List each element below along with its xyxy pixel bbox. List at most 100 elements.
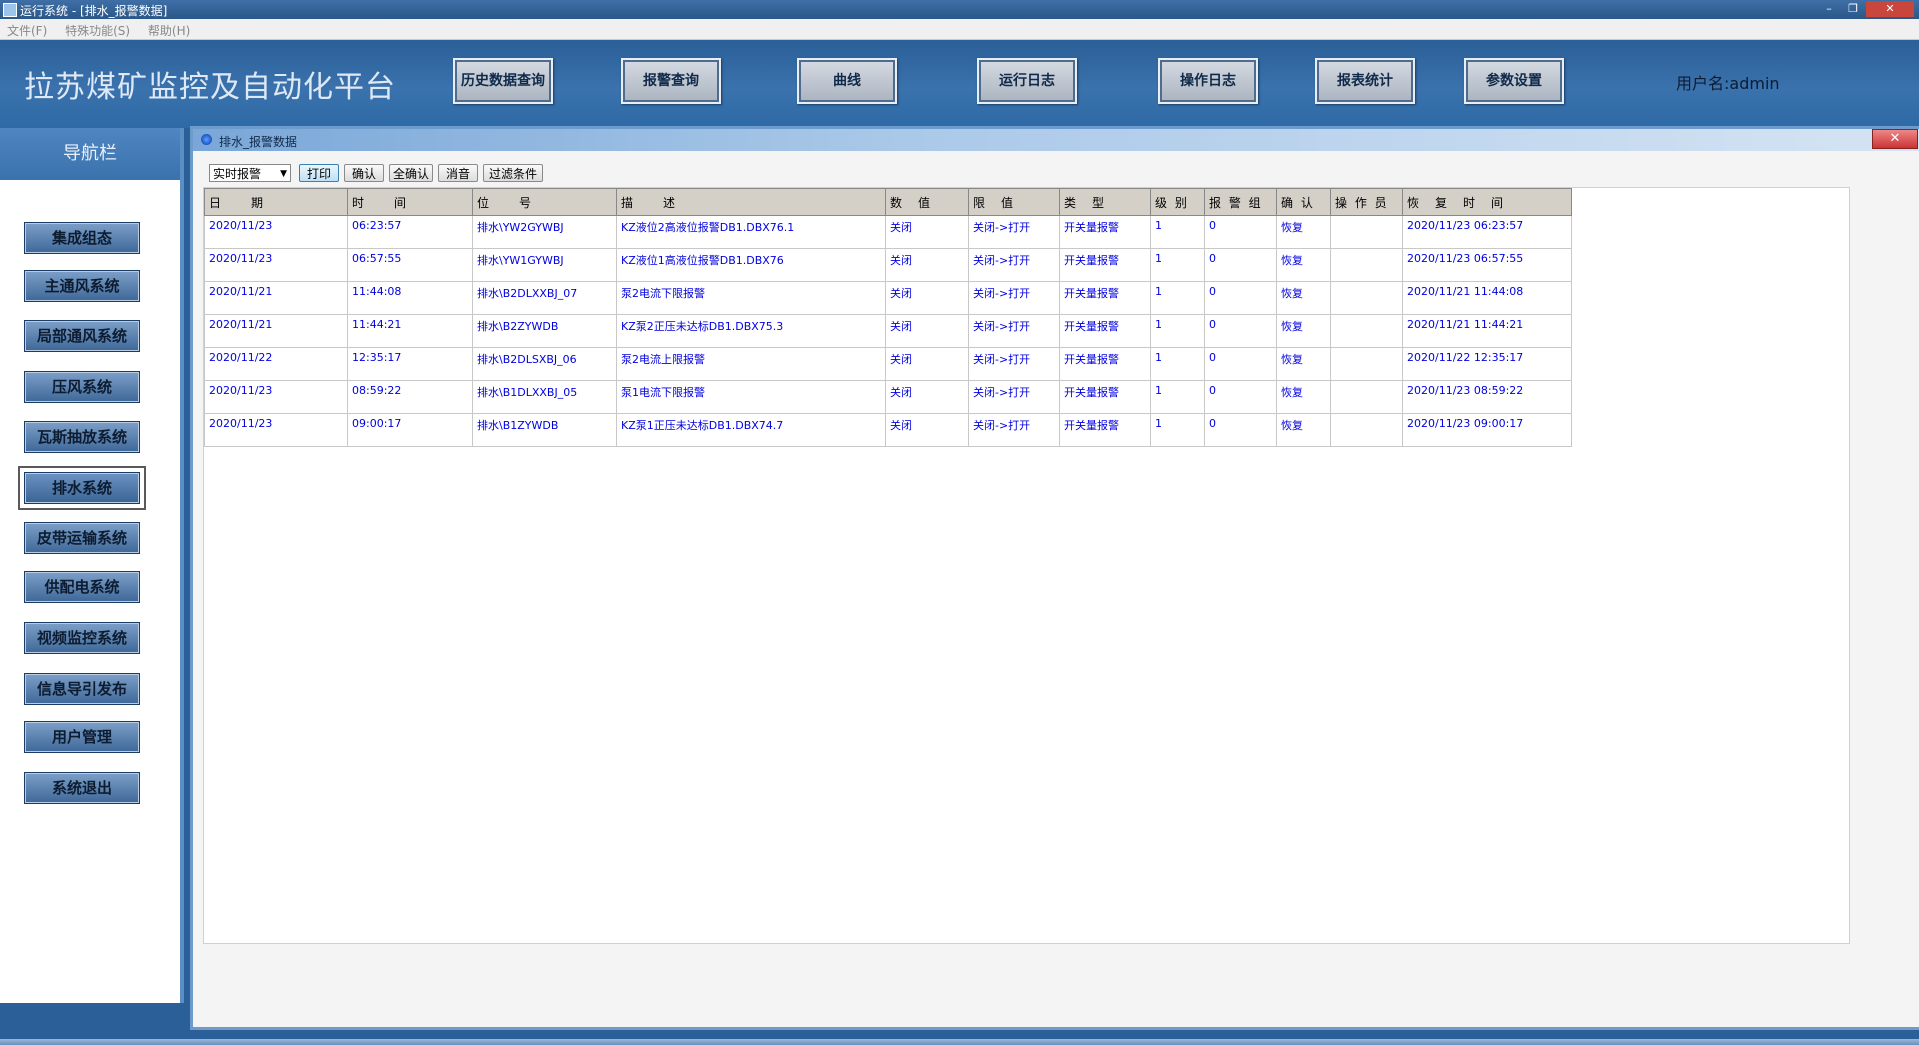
nav-compressed-air[interactable]: 压风系统 bbox=[24, 371, 140, 403]
table-row[interactable]: 2020/11/23 06:57:55 排水\YW1GYWBJ KZ液位1高液位报警D… bbox=[204, 248, 1572, 282]
alarm-mode-value: 实时报警 bbox=[213, 167, 262, 181]
cell-description: KZ泵2正压未达标DB1.DBX75.3 bbox=[616, 314, 886, 348]
alarm-window-titlebar: 排水_报警数据 ✕ bbox=[193, 129, 1919, 151]
col-operator[interactable]: 操 作 员 bbox=[1330, 188, 1403, 216]
col-limit[interactable]: 限 值 bbox=[968, 188, 1060, 216]
nav-video-monitor[interactable]: 视频监控系统 bbox=[24, 622, 140, 654]
cell-alarm-group: 0 bbox=[1204, 347, 1277, 381]
cell-limit: 关闭->打开 bbox=[968, 248, 1060, 282]
cell-alarm-group: 0 bbox=[1204, 380, 1277, 414]
table-row[interactable]: 2020/11/23 08:59:22 排水\B1DLXXBJ_05 泵1电流下限报警… bbox=[204, 380, 1572, 414]
cell-date: 2020/11/22 bbox=[204, 347, 348, 381]
cell-alarm-group: 0 bbox=[1204, 215, 1277, 249]
cell-limit: 关闭->打开 bbox=[968, 413, 1060, 447]
col-value[interactable]: 数 值 bbox=[885, 188, 969, 216]
report-stats-button[interactable]: 报表统计 bbox=[1315, 58, 1415, 104]
alarm-window-close-button[interactable]: ✕ bbox=[1872, 129, 1918, 149]
cell-time: 11:44:21 bbox=[347, 314, 473, 348]
operation-log-button[interactable]: 操作日志 bbox=[1158, 58, 1258, 104]
cell-recover-time: 2020/11/21 11:44:21 bbox=[1402, 314, 1572, 348]
alarm-mode-select[interactable]: 实时报警 ▼ bbox=[209, 164, 291, 182]
chevron-down-icon: ▼ bbox=[280, 169, 287, 179]
col-alarm-group[interactable]: 报 警 组 bbox=[1204, 188, 1277, 216]
cell-recover-time: 2020/11/23 08:59:22 bbox=[1402, 380, 1572, 414]
cell-recover-time: 2020/11/21 11:44:08 bbox=[1402, 281, 1572, 315]
cell-tag: 排水\B2DLXXBJ_07 bbox=[472, 281, 617, 315]
table-row[interactable]: 2020/11/21 11:44:08 排水\B2DLXXBJ_07 泵2电流下限报警… bbox=[204, 281, 1572, 315]
col-time[interactable]: 时 间 bbox=[347, 188, 473, 216]
cell-description: 泵2电流上限报警 bbox=[616, 347, 886, 381]
cell-date: 2020/11/23 bbox=[204, 215, 348, 249]
cell-alarm-group: 0 bbox=[1204, 248, 1277, 282]
cell-type: 开关量报警 bbox=[1059, 281, 1151, 315]
nav-sidebar: 导航栏 集成组态 主通风系统 局部通风系统 压风系统 瓦斯抽放系统 排水系统 皮… bbox=[0, 128, 184, 1003]
confirm-button[interactable]: 确认 bbox=[344, 164, 384, 182]
cell-type: 开关量报警 bbox=[1059, 347, 1151, 381]
minimize-button[interactable]: – bbox=[1818, 1, 1840, 17]
curve-button[interactable]: 曲线 bbox=[797, 58, 897, 104]
history-query-button[interactable]: 历史数据查询 bbox=[453, 58, 553, 104]
menu-special[interactable]: 特殊功能(S) bbox=[58, 19, 137, 39]
nav-local-ventilation[interactable]: 局部通风系统 bbox=[24, 320, 140, 352]
cell-confirm: 恢复 bbox=[1276, 380, 1331, 414]
cell-confirm: 恢复 bbox=[1276, 215, 1331, 249]
col-type[interactable]: 类 型 bbox=[1059, 188, 1151, 216]
cell-confirm: 恢复 bbox=[1276, 347, 1331, 381]
menu-file[interactable]: 文件(F) bbox=[0, 19, 54, 39]
cell-tag: 排水\B2ZYWDB bbox=[472, 314, 617, 348]
mute-button[interactable]: 消音 bbox=[438, 164, 478, 182]
app-header: 拉苏煤矿监控及自动化平台 历史数据查询 报警查询 曲线 运行日志 操作日志 报表… bbox=[0, 40, 1919, 128]
cell-operator bbox=[1330, 413, 1403, 447]
cell-level: 1 bbox=[1150, 314, 1205, 348]
cell-description: KZ液位2高液位报警DB1.DBX76.1 bbox=[616, 215, 886, 249]
nav-gas-drainage[interactable]: 瓦斯抽放系统 bbox=[24, 421, 140, 453]
nav-exit[interactable]: 系统退出 bbox=[24, 772, 140, 804]
current-user: 用户名:admin bbox=[1676, 74, 1780, 93]
menu-help[interactable]: 帮助(H) bbox=[141, 19, 197, 39]
col-description[interactable]: 描 述 bbox=[616, 188, 886, 216]
cell-value: 关闭 bbox=[885, 347, 969, 381]
cell-time: 12:35:17 bbox=[347, 347, 473, 381]
filter-button[interactable]: 过滤条件 bbox=[483, 164, 543, 182]
app-icon bbox=[3, 3, 17, 17]
table-row[interactable]: 2020/11/22 12:35:17 排水\B2DLSXBJ_06 泵2电流上限报警… bbox=[204, 347, 1572, 381]
cell-tag: 排水\B2DLSXBJ_06 bbox=[472, 347, 617, 381]
col-date[interactable]: 日 期 bbox=[204, 188, 348, 216]
nav-info-guide[interactable]: 信息导引发布 bbox=[24, 673, 140, 705]
cell-date: 2020/11/23 bbox=[204, 248, 348, 282]
table-row[interactable]: 2020/11/21 11:44:21 排水\B2ZYWDB KZ泵2正压未达标DB1… bbox=[204, 314, 1572, 348]
nav-belt-transport[interactable]: 皮带运输系统 bbox=[24, 522, 140, 554]
cell-type: 开关量报警 bbox=[1059, 413, 1151, 447]
table-row[interactable]: 2020/11/23 09:00:17 排水\B1ZYWDB KZ泵1正压未达标DB1… bbox=[204, 413, 1572, 447]
settings-button[interactable]: 参数设置 bbox=[1464, 58, 1564, 104]
nav-integrated[interactable]: 集成组态 bbox=[24, 222, 140, 254]
table-row[interactable]: 2020/11/23 06:23:57 排水\YW2GYWBJ KZ液位2高液位报警D… bbox=[204, 215, 1572, 249]
col-recover-time[interactable]: 恢 复 时 间 bbox=[1402, 188, 1572, 216]
cell-limit: 关闭->打开 bbox=[968, 347, 1060, 381]
cell-value: 关闭 bbox=[885, 413, 969, 447]
cell-value: 关闭 bbox=[885, 215, 969, 249]
cell-type: 开关量报警 bbox=[1059, 215, 1151, 249]
cell-recover-time: 2020/11/23 09:00:17 bbox=[1402, 413, 1572, 447]
alarm-query-button[interactable]: 报警查询 bbox=[621, 58, 721, 104]
restore-button[interactable]: ❐ bbox=[1842, 1, 1864, 17]
cell-confirm: 恢复 bbox=[1276, 314, 1331, 348]
col-tag[interactable]: 位 号 bbox=[472, 188, 617, 216]
col-level[interactable]: 级 别 bbox=[1150, 188, 1205, 216]
cell-date: 2020/11/23 bbox=[204, 413, 348, 447]
nav-drainage[interactable]: 排水系统 bbox=[18, 466, 146, 510]
cell-type: 开关量报警 bbox=[1059, 314, 1151, 348]
window-status-icon bbox=[201, 134, 212, 145]
nav-user-manage[interactable]: 用户管理 bbox=[24, 721, 140, 753]
print-button[interactable]: 打印 bbox=[299, 164, 339, 182]
cell-operator bbox=[1330, 380, 1403, 414]
close-button[interactable]: ✕ bbox=[1866, 1, 1914, 17]
cell-tag: 排水\YW2GYWBJ bbox=[472, 215, 617, 249]
run-log-button[interactable]: 运行日志 bbox=[977, 58, 1077, 104]
cell-level: 1 bbox=[1150, 347, 1205, 381]
confirm-all-button[interactable]: 全确认 bbox=[389, 164, 433, 182]
nav-power-supply[interactable]: 供配电系统 bbox=[24, 571, 140, 603]
nav-main-ventilation[interactable]: 主通风系统 bbox=[24, 270, 140, 302]
col-confirm[interactable]: 确 认 bbox=[1276, 188, 1331, 216]
menu-bar: 文件(F) 特殊功能(S) 帮助(H) bbox=[0, 19, 1919, 40]
